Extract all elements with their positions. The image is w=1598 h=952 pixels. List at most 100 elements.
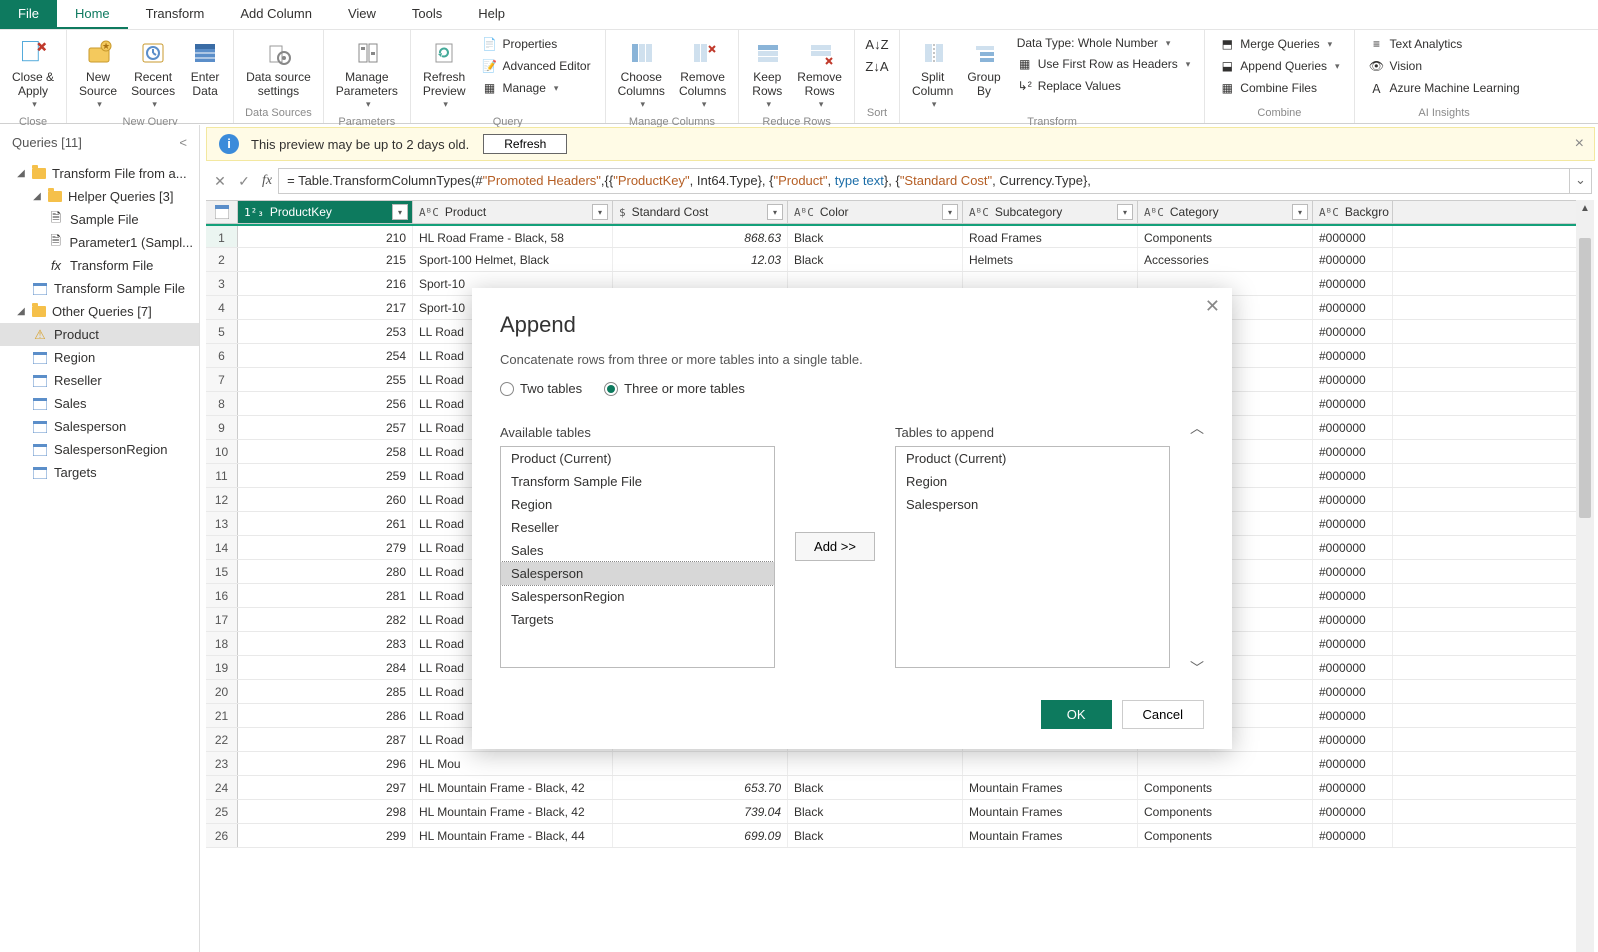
query-transform-sample-file[interactable]: Transform Sample File [0, 277, 199, 300]
query-targets[interactable]: Targets [0, 461, 199, 484]
list-item[interactable]: Salesperson [501, 562, 774, 585]
column-header-category[interactable]: AᴮCCategory▾ [1138, 201, 1313, 223]
scroll-thumb[interactable] [1579, 238, 1591, 518]
remove-columns-button[interactable]: Remove Columns [673, 32, 732, 114]
table-row[interactable]: 25298HL Mountain Frame - Black, 42739.04… [206, 800, 1594, 824]
properties-button[interactable]: 📄Properties [478, 34, 595, 54]
folder-other-queries[interactable]: ◢Other Queries [7] [0, 300, 199, 323]
add-button[interactable]: Add >> [795, 532, 875, 561]
query-sample-file[interactable]: 🗎Sample File [0, 208, 199, 231]
query-sales[interactable]: Sales [0, 392, 199, 415]
text-analytics-button[interactable]: ≡Text Analytics [1365, 34, 1524, 54]
query-salesperson[interactable]: Salesperson [0, 415, 199, 438]
column-dropdown-icon[interactable]: ▾ [1117, 204, 1133, 220]
tab-view[interactable]: View [330, 0, 394, 29]
choose-columns-button[interactable]: Choose Columns [612, 32, 671, 114]
list-item[interactable]: Sales [501, 539, 774, 562]
column-header-subcategory[interactable]: AᴮCSubcategory▾ [963, 201, 1138, 223]
group-by-button[interactable]: Group By [961, 32, 1006, 103]
query-salespersonregion[interactable]: SalespersonRegion [0, 438, 199, 461]
refresh-button[interactable]: Refresh [483, 134, 567, 154]
list-item[interactable]: SalespersonRegion [501, 585, 774, 608]
sidebar-collapse-icon[interactable]: < [179, 135, 187, 150]
query-region[interactable]: Region [0, 346, 199, 369]
enter-data-button[interactable]: Enter Data [183, 32, 227, 103]
column-header-color[interactable]: AᴮCColor▾ [788, 201, 963, 223]
column-dropdown-icon[interactable]: ▾ [1292, 204, 1308, 220]
grid-corner-button[interactable] [206, 201, 238, 223]
query-reseller[interactable]: Reseller [0, 369, 199, 392]
tab-help[interactable]: Help [460, 0, 523, 29]
list-item[interactable]: Product (Current) [896, 447, 1169, 470]
data-source-settings-button[interactable]: Data source settings [240, 32, 317, 103]
merge-queries-button[interactable]: ⬒Merge Queries [1215, 34, 1343, 54]
available-tables-listbox[interactable]: Product (Current)Transform Sample FileRe… [500, 446, 775, 668]
column-dropdown-icon[interactable]: ▾ [767, 204, 783, 220]
scroll-up-icon[interactable]: ▲ [1576, 200, 1594, 218]
advanced-editor-button[interactable]: 📝Advanced Editor [478, 56, 595, 76]
list-item[interactable]: Region [501, 493, 774, 516]
manage-button[interactable]: ▦Manage [478, 78, 595, 98]
column-dropdown-icon[interactable]: ▾ [592, 204, 608, 220]
move-up-icon[interactable]: ︿ [1190, 418, 1204, 438]
list-item[interactable]: Targets [501, 608, 774, 631]
table-row[interactable]: 24297HL Mountain Frame - Black, 42653.70… [206, 776, 1594, 800]
formula-commit-icon[interactable]: ✓ [232, 173, 256, 190]
close-apply-button[interactable]: Close & Apply [6, 32, 60, 114]
combine-files-button[interactable]: ▦Combine Files [1215, 78, 1343, 98]
replace-values-button[interactable]: ↳²Replace Values [1013, 76, 1195, 96]
recent-sources-button[interactable]: Recent Sources [125, 32, 181, 114]
vision-button[interactable]: 👁Vision [1365, 56, 1524, 76]
tab-file[interactable]: File [0, 0, 57, 29]
radio-three-or-more[interactable]: Three or more tables [604, 381, 745, 396]
column-header-standard-cost[interactable]: $Standard Cost▾ [613, 201, 788, 223]
grid-vertical-scrollbar[interactable]: ▲ [1576, 200, 1594, 952]
folder-helper-queries[interactable]: ◢Helper Queries [3] [0, 185, 199, 208]
new-source-button[interactable]: ★New Source [73, 32, 123, 114]
remove-rows-button[interactable]: Remove Rows [791, 32, 848, 114]
split-column-button[interactable]: Split Column [906, 32, 959, 114]
close-icon[interactable]: × [1575, 135, 1584, 153]
list-item[interactable]: Transform Sample File [501, 470, 774, 493]
formula-cancel-icon[interactable]: ✕ [208, 173, 232, 190]
folder-transform-file-from[interactable]: ◢Transform File from a... [0, 162, 199, 185]
column-header-productkey[interactable]: 1²₃ProductKey▾ [238, 201, 413, 223]
manage-parameters-button[interactable]: Manage Parameters [330, 32, 404, 114]
formula-input[interactable]: = Table.TransformColumnTypes(#"Promoted … [278, 168, 1570, 194]
cancel-button[interactable]: Cancel [1122, 700, 1204, 729]
recent-sources-icon [137, 36, 169, 68]
query-transform-file[interactable]: fxTransform File [0, 254, 199, 277]
ok-button[interactable]: OK [1041, 700, 1112, 729]
dialog-close-icon[interactable]: ✕ [1205, 296, 1220, 317]
radio-two-tables[interactable]: Two tables [500, 381, 582, 396]
tab-transform[interactable]: Transform [128, 0, 223, 29]
refresh-preview-button[interactable]: Refresh Preview [417, 32, 472, 114]
tab-add-column[interactable]: Add Column [222, 0, 330, 29]
column-dropdown-icon[interactable]: ▾ [942, 204, 958, 220]
list-item[interactable]: Reseller [501, 516, 774, 539]
formula-expand-button[interactable]: ⌄ [1570, 168, 1592, 194]
data-type-button[interactable]: Data Type: Whole Number [1013, 34, 1195, 52]
list-item[interactable]: Region [896, 470, 1169, 493]
query-product[interactable]: ⚠Product [0, 323, 199, 346]
query-parameter1[interactable]: 🗎Parameter1 (Sampl... [0, 231, 199, 254]
first-row-headers-button[interactable]: ▦Use First Row as Headers [1013, 54, 1195, 74]
tab-home[interactable]: Home [57, 0, 128, 29]
column-dropdown-icon[interactable]: ▾ [392, 204, 408, 220]
column-header-background[interactable]: AᴮCBackgro [1313, 201, 1393, 223]
keep-rows-button[interactable]: Keep Rows [745, 32, 789, 114]
list-item[interactable]: Product (Current) [501, 447, 774, 470]
append-queries-button[interactable]: ⬓Append Queries [1215, 56, 1343, 76]
move-down-icon[interactable]: ﹀ [1190, 658, 1204, 678]
table-row[interactable]: 2215Sport-100 Helmet, Black12.03BlackHel… [206, 248, 1594, 272]
sort-asc-button[interactable]: A↓Z [865, 34, 889, 54]
tables-to-append-listbox[interactable]: Product (Current)RegionSalesperson [895, 446, 1170, 668]
column-header-product[interactable]: AᴮCProduct▾ [413, 201, 613, 223]
sort-desc-button[interactable]: Z↓A [865, 56, 889, 76]
azure-ml-button[interactable]: ＡAzure Machine Learning [1365, 78, 1524, 98]
table-row[interactable]: 26299HL Mountain Frame - Black, 44699.09… [206, 824, 1594, 848]
table-row[interactable]: 23296HL Mou#000000 [206, 752, 1594, 776]
table-row[interactable]: 1210HL Road Frame - Black, 58868.63Black… [206, 224, 1594, 248]
tab-tools[interactable]: Tools [394, 0, 460, 29]
list-item[interactable]: Salesperson [896, 493, 1169, 516]
